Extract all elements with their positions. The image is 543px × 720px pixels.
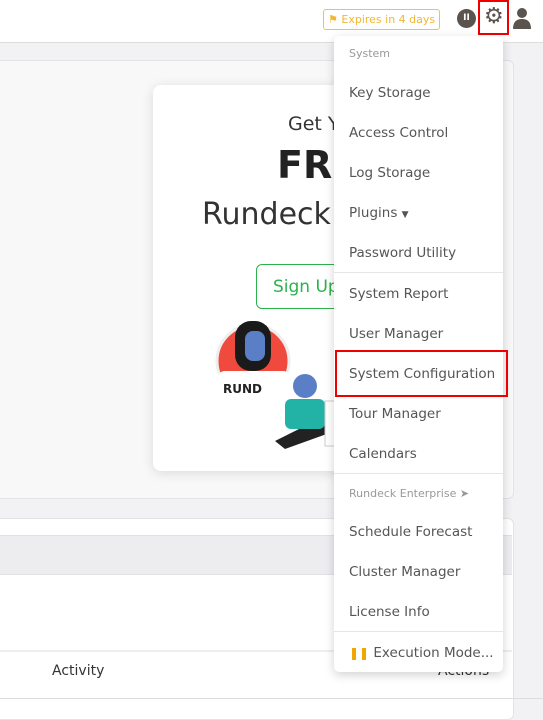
menu-header-system: System <box>349 47 391 60</box>
menu-item-user-manager[interactable]: User Manager <box>349 326 443 342</box>
menu-item-calendars[interactable]: Calendars <box>349 446 417 462</box>
menu-divider <box>334 473 503 474</box>
execution-mode-label: Execution Mode... <box>373 645 494 661</box>
menu-item-tour-manager[interactable]: Tour Manager <box>349 406 441 422</box>
promo-product: Rundeck <box>202 197 331 232</box>
caret-down-icon: ▼ <box>401 210 409 220</box>
svg-text:RUND: RUND <box>223 382 262 396</box>
pause-icon: ❚❚ <box>349 646 370 660</box>
menu-divider <box>334 272 503 273</box>
pause-circle-icon[interactable]: II <box>457 9 476 28</box>
activity-column-header: Activity <box>52 663 105 679</box>
license-expiry-badge[interactable]: ⚑ Expires in 4 days <box>323 9 441 30</box>
menu-item-password-utility[interactable]: Password Utility <box>349 245 456 261</box>
menu-divider <box>334 631 503 632</box>
system-configuration-highlight-box <box>335 350 508 397</box>
menu-item-execution-mode[interactable]: ❚❚ Execution Mode... <box>349 645 494 661</box>
menu-item-log-storage[interactable]: Log Storage <box>349 165 430 181</box>
menu-item-access-control[interactable]: Access Control <box>349 125 448 141</box>
menu-item-license-info[interactable]: License Info <box>349 604 430 620</box>
menu-item-cluster-manager[interactable]: Cluster Manager <box>349 564 460 580</box>
menu-item-plugins[interactable]: Plugins ▼ <box>349 205 409 221</box>
flag-icon: ⚑ <box>328 13 338 26</box>
menu-item-schedule-forecast[interactable]: Schedule Forecast <box>349 524 472 540</box>
promo-free: FR <box>277 143 333 187</box>
menu-item-key-storage[interactable]: Key Storage <box>349 85 431 101</box>
user-icon[interactable] <box>513 7 531 29</box>
divider <box>0 698 543 699</box>
menu-item-system-report[interactable]: System Report <box>349 286 448 302</box>
gear-icon[interactable]: ⚙ <box>484 5 504 29</box>
plugins-label: Plugins <box>349 205 398 221</box>
menu-header-enterprise[interactable]: Rundeck Enterprise ➤ <box>349 487 469 500</box>
promo-heading: Get Y <box>288 113 340 135</box>
